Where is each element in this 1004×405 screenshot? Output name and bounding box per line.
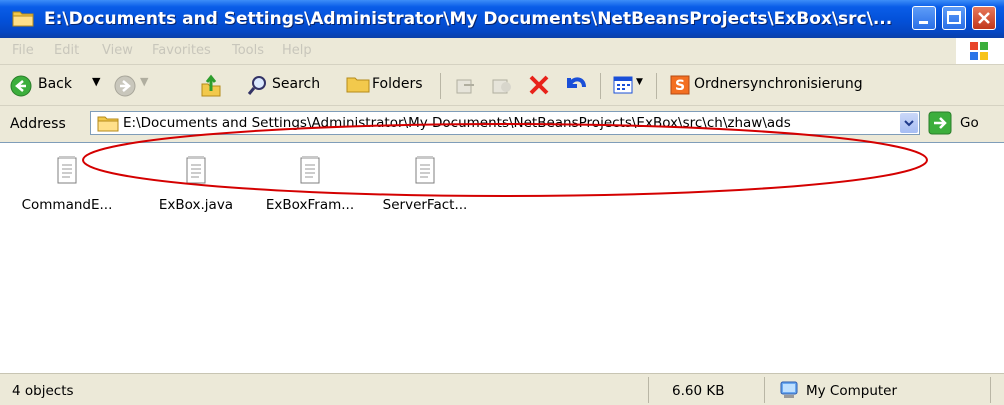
toolbar-separator bbox=[440, 73, 441, 99]
folder-icon bbox=[97, 116, 119, 132]
move-to-icon[interactable] bbox=[454, 75, 478, 97]
menu-help[interactable]: Help bbox=[282, 43, 312, 58]
views-icon[interactable] bbox=[612, 75, 634, 95]
status-separator bbox=[648, 377, 649, 403]
status-separator bbox=[764, 377, 765, 403]
windows-logo bbox=[956, 38, 1004, 64]
go-label: Go bbox=[960, 115, 979, 131]
file-name: ExBox.java bbox=[158, 197, 234, 213]
menu-file[interactable]: File bbox=[12, 43, 34, 58]
menu-tools[interactable]: Tools bbox=[232, 43, 264, 58]
list-item[interactable]: ExBox.java bbox=[146, 155, 246, 213]
list-item[interactable]: CommandE... bbox=[17, 155, 117, 213]
status-bar: 4 objects 6.60 KB My Computer bbox=[0, 373, 1004, 405]
up-folder-icon[interactable] bbox=[200, 74, 222, 98]
address-bar: Address E:\Documents and Settings\Admini… bbox=[0, 106, 1004, 142]
address-field[interactable]: E:\Documents and Settings\Administrator\… bbox=[90, 111, 920, 135]
copy-to-icon[interactable] bbox=[490, 75, 514, 97]
menu-bar: File Edit View Favorites Tools Help bbox=[0, 38, 1004, 65]
maximize-button[interactable] bbox=[942, 6, 966, 30]
window-title: E:\Documents and Settings\Administrator\… bbox=[44, 9, 893, 29]
back-arrow-icon bbox=[10, 75, 32, 97]
folders-icon bbox=[346, 77, 370, 93]
text-file-icon bbox=[300, 156, 320, 184]
delete-icon[interactable] bbox=[528, 74, 550, 96]
toolbar-separator bbox=[600, 73, 601, 99]
file-name: ServerFact... bbox=[382, 197, 468, 213]
folder-sync-button[interactable]: Ordnersynchronisierung bbox=[694, 76, 863, 92]
close-button[interactable] bbox=[972, 6, 996, 30]
status-separator bbox=[990, 377, 991, 403]
address-label: Address bbox=[10, 116, 66, 132]
title-bar[interactable]: E:\Documents and Settings\Administrator\… bbox=[0, 0, 1004, 38]
file-name: CommandE... bbox=[21, 197, 113, 213]
text-file-icon bbox=[57, 156, 77, 184]
sync-s-icon: S bbox=[670, 75, 690, 95]
forward-arrow-icon[interactable] bbox=[114, 75, 136, 97]
go-button[interactable]: Go bbox=[928, 111, 998, 135]
menu-favorites[interactable]: Favorites bbox=[152, 43, 211, 58]
folder-icon bbox=[12, 11, 34, 27]
status-zone: My Computer bbox=[806, 383, 898, 399]
chevron-down-icon bbox=[904, 120, 914, 127]
text-file-icon bbox=[186, 156, 206, 184]
address-value[interactable]: E:\Documents and Settings\Administrator\… bbox=[123, 115, 791, 131]
menu-edit[interactable]: Edit bbox=[54, 43, 79, 58]
my-computer-icon bbox=[780, 381, 798, 398]
go-arrow-icon bbox=[928, 111, 952, 135]
minimize-button[interactable] bbox=[912, 6, 936, 30]
windows-flag-icon bbox=[970, 42, 988, 60]
views-dropdown-icon[interactable]: ▼ bbox=[636, 77, 643, 87]
close-icon bbox=[978, 12, 990, 24]
back-dropdown-icon[interactable]: ▼ bbox=[92, 75, 100, 88]
svg-text:S: S bbox=[675, 78, 685, 94]
explorer-window: E:\Documents and Settings\Administrator\… bbox=[0, 0, 1004, 405]
folders-button[interactable]: Folders bbox=[372, 76, 423, 92]
file-view[interactable]: CommandE... ExBox.java ExBoxFram... Serv… bbox=[0, 142, 1004, 374]
text-file-icon bbox=[415, 156, 435, 184]
file-name: ExBoxFram... bbox=[265, 197, 355, 213]
address-dropdown-button[interactable] bbox=[900, 113, 918, 133]
toolbar-separator bbox=[656, 73, 657, 99]
status-size: 6.60 KB bbox=[672, 383, 725, 399]
list-item[interactable]: ExBoxFram... bbox=[260, 155, 360, 213]
list-item[interactable]: ServerFact... bbox=[375, 155, 475, 213]
standard-toolbar: Back ▼ ▼ Search Folders ▼ S Ordnersynchr… bbox=[0, 65, 1004, 106]
undo-icon[interactable] bbox=[564, 73, 588, 97]
search-button[interactable]: Search bbox=[272, 76, 320, 92]
maximize-icon bbox=[947, 11, 961, 24]
search-icon bbox=[247, 76, 266, 95]
back-button[interactable]: Back bbox=[38, 76, 72, 92]
forward-dropdown-icon[interactable]: ▼ bbox=[140, 75, 148, 88]
menu-view[interactable]: View bbox=[102, 43, 133, 58]
minimize-icon bbox=[919, 21, 928, 24]
status-object-count: 4 objects bbox=[12, 383, 74, 399]
